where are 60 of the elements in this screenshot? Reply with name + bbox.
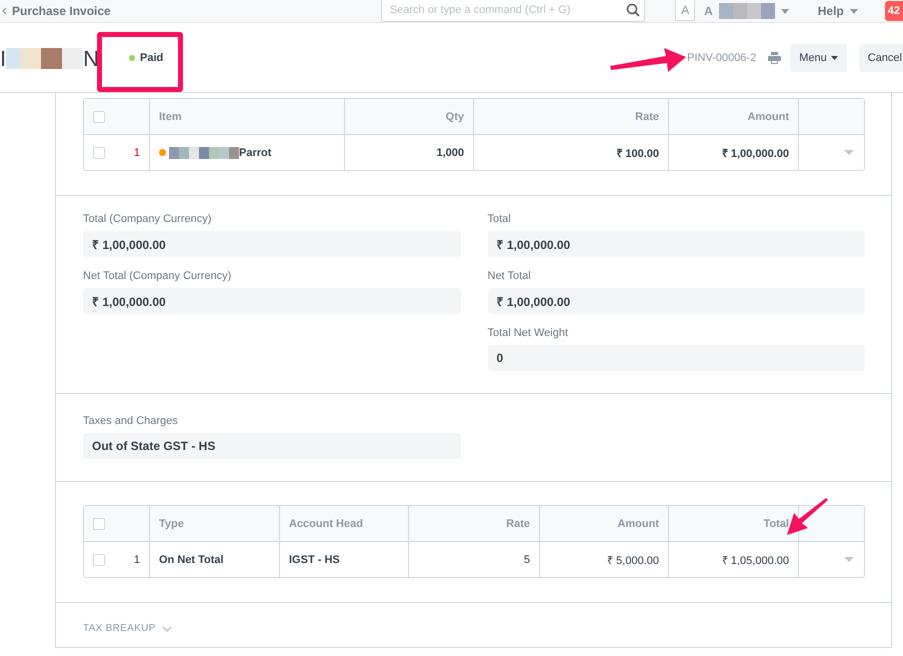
field-label: Net Total (Company Currency) [83, 270, 232, 282]
checkbox[interactable] [93, 554, 105, 566]
chevron-icon [162, 626, 172, 632]
field-value: ₹ 1,00,000.00 [83, 288, 460, 314]
print-icon [768, 52, 782, 64]
redacted-drawing [718, 3, 775, 19]
table-cell: On Net Total [159, 554, 224, 566]
document-name: PINV-00006-2 [687, 52, 756, 64]
redacted-drawing [169, 146, 239, 158]
user-name[interactable]: A [704, 4, 713, 18]
search-icon [626, 3, 640, 17]
caret-icon [2, 7, 7, 15]
column-header: Qty [446, 110, 464, 122]
field-label: Total (Company Currency) [83, 213, 212, 225]
column-header: Account Head [289, 518, 363, 530]
column-header: Amount [617, 518, 659, 530]
field-value: ₹ 1,00,000.00 [83, 231, 460, 257]
caret-icon [850, 8, 858, 14]
status-label: Paid [140, 52, 164, 64]
page-title: I [0, 46, 6, 72]
table-cell: IGST - HS [289, 554, 340, 566]
column-header: Rate [506, 518, 530, 530]
menu-button[interactable]: Menu [790, 44, 847, 72]
table-cell-text: ₹ 100.00 [616, 147, 659, 160]
search-field[interactable]: Search or type a command (Ctrl + G) [380, 0, 646, 22]
section-toggle[interactable]: TAX BREAKUP [83, 623, 172, 634]
page-title: N [83, 46, 100, 72]
breadcrumb-link[interactable]: Purchase Invoice [12, 4, 111, 18]
field-label: Total [488, 213, 512, 225]
caret-icon [780, 8, 789, 14]
column-header: Item [159, 110, 182, 122]
field-label: Taxes and Charges [83, 415, 179, 427]
table-cell-text: ₹ 1,05,000.00 [722, 554, 789, 567]
checkbox[interactable] [93, 518, 105, 530]
field-value: ₹ 1,00,000.00 [488, 231, 865, 257]
notification-badge[interactable]: 42 [884, 1, 903, 21]
checkbox[interactable] [93, 146, 105, 158]
field-label: Total Net Weight [488, 327, 570, 339]
field-label: Net Total [488, 270, 532, 282]
table-cell: Parrot [239, 146, 272, 158]
avatar[interactable]: A [675, 0, 696, 21]
table-cell: 1,000 [436, 146, 464, 158]
cancel-button[interactable]: Cancel [858, 44, 903, 72]
row-number: 1 [134, 554, 140, 566]
row-number: 1 [134, 146, 140, 158]
table-cell-text: ₹ 1,00,000.00 [722, 147, 789, 160]
caret-icon [830, 56, 838, 60]
column-header: Rate [635, 110, 659, 122]
help-menu[interactable]: Help [818, 4, 844, 18]
checkbox[interactable] [93, 110, 105, 122]
field-value: 0 [488, 345, 865, 371]
table-cell-text: ₹ 5,000.00 [607, 554, 659, 567]
field-value: Out of State GST - HS [83, 433, 460, 459]
dropdown-icon [844, 557, 854, 562]
field-value: ₹ 1,00,000.00 [488, 288, 865, 314]
column-header: Amount [747, 110, 789, 122]
dropdown-icon [844, 150, 854, 155]
column-header: Total [764, 518, 789, 530]
table-cell: 5 [524, 554, 530, 566]
column-header: Type [159, 518, 184, 530]
